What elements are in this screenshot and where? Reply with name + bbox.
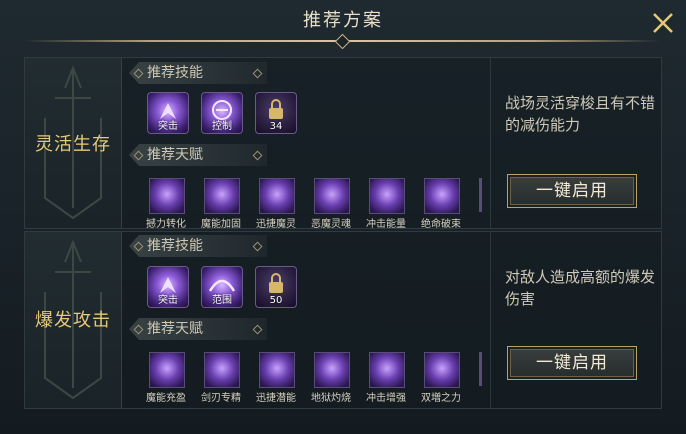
plan-card-burst-attack: 爆发攻击 推荐技能 突击 范围 50 推荐天赋 魔能充盈 剑刃专精 迅捷潜能 地… bbox=[24, 231, 662, 409]
talent-item[interactable] bbox=[314, 178, 350, 214]
skills-section-label: 推荐技能 bbox=[129, 235, 267, 257]
talent-name: 地狱灼烧 bbox=[311, 393, 351, 404]
talent-name: 冲击能量 bbox=[366, 219, 406, 230]
plan-divider bbox=[490, 232, 491, 408]
talent-item[interactable] bbox=[149, 178, 185, 214]
talent-item[interactable] bbox=[369, 178, 405, 214]
talent-item[interactable] bbox=[314, 352, 350, 388]
plan-name: 灵活生存 bbox=[35, 134, 111, 155]
plan-description: 对敌人造成高额的爆发伤害 bbox=[505, 268, 656, 308]
talent-name: 撼力转化 bbox=[146, 219, 186, 230]
apply-plan-button[interactable]: 一键启用 bbox=[507, 174, 637, 208]
skill-unlock-level: 34 bbox=[269, 121, 283, 132]
talent-scroll-edge bbox=[479, 178, 482, 212]
skill-tag: 突击 bbox=[158, 121, 178, 132]
skills-section-label: 推荐技能 bbox=[129, 62, 267, 84]
talent-name: 绝命破束 bbox=[421, 219, 461, 230]
skill-locked[interactable]: 34 bbox=[255, 92, 297, 134]
talents-section-label: 推荐天赋 bbox=[129, 318, 267, 340]
recommend-panel: 推荐方案 灵活生存 推荐技能 突击 控制 34 推荐天赋 撼力转化 魔能加固 迅… bbox=[0, 0, 686, 434]
skill-dash[interactable]: 突击 bbox=[147, 266, 189, 308]
apply-plan-button[interactable]: 一键启用 bbox=[507, 346, 637, 380]
skill-tag: 范围 bbox=[212, 295, 232, 306]
talent-name: 迅捷魔灵 bbox=[256, 219, 296, 230]
talents-section-label: 推荐天赋 bbox=[129, 144, 267, 166]
plan-description: 战场灵活穿梭且有不错的减伤能力 bbox=[505, 94, 656, 134]
plan-banner: 爆发攻击 bbox=[25, 232, 122, 408]
close-icon bbox=[653, 13, 673, 33]
skill-locked[interactable]: 50 bbox=[255, 266, 297, 308]
talent-item[interactable] bbox=[369, 352, 405, 388]
talent-name: 魔能充盈 bbox=[146, 393, 186, 404]
skill-dash[interactable]: 突击 bbox=[147, 92, 189, 134]
talent-item[interactable] bbox=[204, 352, 240, 388]
talent-name: 迅捷潜能 bbox=[256, 393, 296, 404]
talent-item[interactable] bbox=[149, 352, 185, 388]
close-button[interactable] bbox=[650, 10, 676, 36]
header-diamond-ornament bbox=[334, 33, 351, 50]
talent-scroll-edge bbox=[479, 352, 482, 386]
talent-item[interactable] bbox=[204, 178, 240, 214]
talent-item[interactable] bbox=[424, 178, 460, 214]
skill-tag: 突击 bbox=[158, 295, 178, 306]
talent-name: 魔能加固 bbox=[201, 219, 241, 230]
talent-name: 剑刃专精 bbox=[201, 393, 241, 404]
talent-name: 恶魔灵魂 bbox=[311, 219, 351, 230]
skill-control[interactable]: 控制 bbox=[201, 92, 243, 134]
plan-card-flexible-survival: 灵活生存 推荐技能 突击 控制 34 推荐天赋 撼力转化 魔能加固 迅捷魔灵 恶… bbox=[24, 57, 662, 230]
plan-banner: 灵活生存 bbox=[25, 58, 122, 228]
plan-name: 爆发攻击 bbox=[35, 310, 111, 331]
talent-item[interactable] bbox=[424, 352, 460, 388]
talent-item[interactable] bbox=[259, 178, 295, 214]
skill-unlock-level: 50 bbox=[269, 295, 283, 306]
talent-item[interactable] bbox=[259, 352, 295, 388]
skill-area[interactable]: 范围 bbox=[201, 266, 243, 308]
talent-name: 冲击增强 bbox=[366, 393, 406, 404]
panel-title: 推荐方案 bbox=[303, 10, 383, 31]
plan-divider bbox=[490, 58, 491, 228]
skill-tag: 控制 bbox=[212, 121, 232, 132]
talent-name: 双増之力 bbox=[421, 393, 461, 404]
